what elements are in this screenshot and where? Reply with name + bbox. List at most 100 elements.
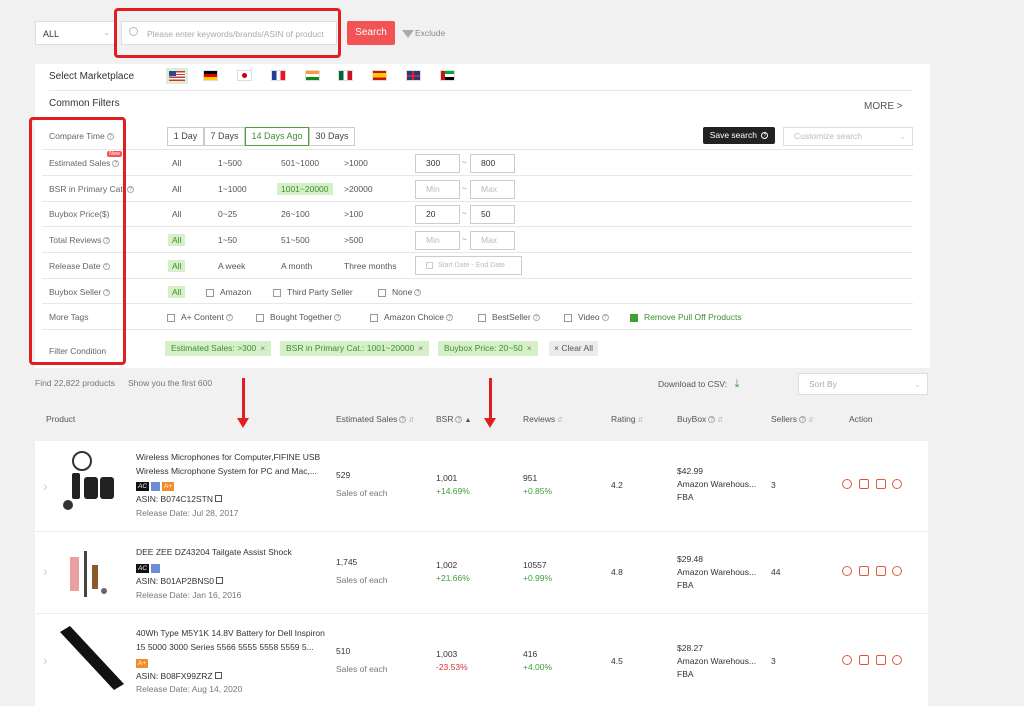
refresh-icon[interactable] — [842, 655, 852, 665]
note-icon[interactable] — [859, 479, 869, 489]
release-option-three-months[interactable]: Three months — [344, 261, 396, 271]
tag-a-plus-content[interactable]: A+ Content? — [167, 312, 233, 322]
compare-30-days[interactable]: 30 Days — [309, 127, 355, 146]
help-icon: ? — [446, 314, 454, 322]
product-image[interactable] — [54, 622, 126, 694]
col-reviews[interactable]: Reviews ⇵ — [523, 414, 563, 424]
tag-amazon-choice[interactable]: Amazon Choice? — [370, 312, 454, 322]
tag-remove-pull-off[interactable]: Remove Pull Off Products — [630, 312, 742, 322]
reviews-option-gt-500[interactable]: >500 — [344, 235, 363, 245]
seller-option-amazon[interactable]: Amazon — [206, 287, 251, 297]
help-icon: ? — [127, 186, 135, 194]
sort-by-select[interactable]: Sort By ⌄ — [798, 373, 928, 395]
expand-row-icon[interactable]: › — [43, 478, 48, 494]
release-date-range-input[interactable]: Start Date - End Date — [415, 256, 522, 275]
compare-7-days[interactable]: 7 Days — [204, 127, 245, 146]
a-plus-badge: A+ — [162, 482, 175, 492]
seller-option-all[interactable]: All — [168, 286, 186, 298]
copy-icon — [214, 672, 222, 679]
more-filters-link[interactable]: MORE > — [864, 101, 903, 112]
col-sellers[interactable]: Sellers? ⇵ — [771, 414, 814, 424]
price-option-all[interactable]: All — [172, 209, 181, 219]
reviews-option-51-500[interactable]: 51~500 — [281, 235, 310, 245]
more-icon[interactable] — [892, 655, 902, 665]
release-option-month[interactable]: A month — [281, 261, 312, 271]
sales-option-1-500[interactable]: 1~500 — [218, 158, 242, 168]
range-separator: ~ — [462, 158, 467, 167]
search-button[interactable]: Search — [347, 21, 395, 45]
save-search-button[interactable]: Save search ? — [703, 127, 775, 144]
sales-option-501-1000[interactable]: 501~1000 — [281, 158, 319, 168]
sales-option-all[interactable]: All — [172, 158, 181, 168]
help-icon: ? — [708, 416, 716, 424]
bsr-option-1-1000[interactable]: 1~1000 — [218, 184, 247, 194]
bsr-min-input[interactable]: Min — [415, 180, 460, 199]
chip-estimated-sales[interactable]: Estimated Sales: >300 × — [165, 341, 272, 356]
product-title[interactable]: DEE ZEE DZ43204 Tailgate Assist Shock — [136, 545, 326, 559]
bsr-option-all[interactable]: All — [172, 184, 181, 194]
annotation-arrow-head — [237, 418, 249, 428]
bsr-option-1001-20000[interactable]: 1001~20000 — [277, 183, 333, 195]
col-buybox[interactable]: BuyBox? ⇵ — [677, 414, 723, 424]
price-option-gt-100[interactable]: >100 — [344, 209, 363, 219]
rating-value: 4.8 — [611, 567, 623, 577]
download-csv[interactable]: Download to CSV: ⤓ — [658, 378, 739, 391]
reviews-option-all[interactable]: All — [168, 234, 186, 246]
reviews-min-input[interactable]: Min — [415, 231, 460, 250]
release-option-all[interactable]: All — [168, 260, 186, 272]
reviews-option-1-50[interactable]: 1~50 — [218, 235, 237, 245]
tag-bestseller[interactable]: BestSeller? — [478, 312, 540, 322]
ae-flag-icon[interactable] — [440, 70, 455, 81]
product-image[interactable] — [54, 447, 126, 519]
bsr-option-gt-20000[interactable]: >20000 — [344, 184, 373, 194]
col-bsr[interactable]: BSR? ▲ — [436, 414, 471, 424]
more-icon[interactable] — [892, 479, 902, 489]
product-title[interactable]: 40Wh Type M5Y1K 14.8V Battery for Dell I… — [136, 626, 326, 654]
chip-buybox-price[interactable]: Buybox Price: 20~50 × — [438, 341, 538, 356]
sales-min-input[interactable]: 300 — [415, 154, 460, 173]
product-title[interactable]: Wireless Microphones for Computer,FIFINE… — [136, 450, 326, 478]
exclude-button[interactable]: Exclude — [402, 28, 445, 38]
more-icon[interactable] — [892, 566, 902, 576]
us-flag-icon[interactable] — [166, 68, 188, 84]
in-flag-icon[interactable] — [305, 70, 320, 81]
price-option-0-25[interactable]: 0~25 — [218, 209, 237, 219]
refresh-icon[interactable] — [842, 566, 852, 576]
chip-bsr[interactable]: BSR in Primary Cat.: 1001~20000 × — [280, 341, 430, 356]
price-max-input[interactable]: 50 — [470, 205, 515, 224]
compare-1-day[interactable]: 1 Day — [167, 127, 204, 146]
calculator-icon[interactable] — [876, 655, 886, 665]
price-option-26-100[interactable]: 26~100 — [281, 209, 310, 219]
tag-bought-together[interactable]: Bought Together? — [256, 312, 342, 322]
tag-video[interactable]: Video? — [564, 312, 609, 322]
clear-all-button[interactable]: × Clear All — [549, 341, 598, 356]
jp-flag-icon[interactable] — [237, 70, 252, 81]
reviews-max-input[interactable]: Max — [470, 231, 515, 250]
seller-option-third-party[interactable]: Third Party Seller — [273, 287, 353, 297]
calculator-icon[interactable] — [876, 479, 886, 489]
calculator-icon[interactable] — [876, 566, 886, 576]
product-image[interactable] — [54, 539, 126, 611]
mx-flag-icon[interactable] — [338, 70, 353, 81]
seller-option-none[interactable]: None? — [378, 287, 422, 297]
col-rating[interactable]: Rating ⇵ — [611, 414, 643, 424]
de-flag-icon[interactable] — [203, 70, 218, 81]
sales-option-gt-1000[interactable]: >1000 — [344, 158, 368, 168]
compare-14-days-ago[interactable]: 14 Days Ago — [245, 127, 309, 146]
sales-max-input[interactable]: 800 — [470, 154, 515, 173]
uk-flag-icon[interactable] — [406, 70, 421, 81]
col-estimated-sales[interactable]: Estimated Sales? ⇵ — [336, 414, 414, 424]
release-option-week[interactable]: A week — [218, 261, 245, 271]
expand-row-icon[interactable]: › — [43, 563, 48, 579]
note-icon[interactable] — [859, 566, 869, 576]
expand-row-icon[interactable]: › — [43, 652, 48, 668]
price-min-input[interactable]: 20 — [415, 205, 460, 224]
es-flag-icon[interactable] — [372, 70, 387, 81]
bsr-max-input[interactable]: Max — [470, 180, 515, 199]
category-select[interactable]: ALL ⌄ — [35, 21, 117, 45]
asin: ASIN: B01AP2BNS0 — [136, 576, 224, 586]
refresh-icon[interactable] — [842, 479, 852, 489]
customize-search-select[interactable]: Customize search ⌄ — [783, 127, 913, 146]
note-icon[interactable] — [859, 655, 869, 665]
fr-flag-icon[interactable] — [271, 70, 286, 81]
